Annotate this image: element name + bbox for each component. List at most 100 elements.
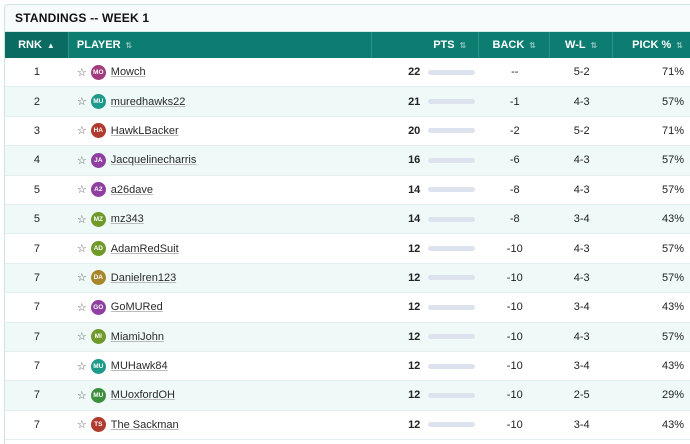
player-name-link[interactable]: MUHawk84: [111, 360, 168, 372]
star-icon[interactable]: ☆: [77, 66, 87, 79]
rank-cell: 7: [5, 323, 69, 351]
player-name-link[interactable]: Jacquelinecharris: [111, 154, 197, 166]
pts-bar: [428, 392, 476, 398]
star-icon[interactable]: ☆: [77, 95, 87, 108]
star-icon[interactable]: ☆: [77, 124, 87, 137]
rank-cell: 7: [5, 411, 69, 439]
wl-cell: 4-3: [550, 176, 613, 204]
back-value: -10: [506, 389, 523, 402]
pts-bar: [428, 187, 476, 193]
rank-value: 7: [33, 418, 41, 431]
player-name-link[interactable]: HawkLBacker: [111, 125, 179, 137]
pts-bar: [428, 99, 476, 105]
player-name-link[interactable]: Mowch: [111, 66, 146, 78]
column-header-rnk[interactable]: RNK ▲: [5, 32, 69, 58]
player-name-link[interactable]: AdamRedSuit: [111, 243, 179, 255]
column-header-back[interactable]: BACK ⇅: [479, 32, 551, 58]
rank-value: 4: [33, 154, 41, 167]
player-name-link[interactable]: MiamiJohn: [111, 331, 164, 343]
table-body: 1 ☆ MO Mowch 22 -- 5-2 71% 2 ☆ MU muredh…: [5, 58, 690, 441]
pick-value: 57%: [661, 154, 684, 167]
back-value: -8: [509, 213, 520, 226]
star-icon[interactable]: ☆: [77, 213, 87, 226]
table-row: 1 ☆ MO Mowch 22 -- 5-2 71%: [5, 58, 690, 88]
pick-value: 57%: [661, 271, 684, 284]
pts-bar: [428, 128, 476, 134]
player-name-link[interactable]: MUoxfordOH: [111, 389, 175, 401]
column-header-player[interactable]: PLAYER ⇅: [69, 32, 373, 58]
column-header-rnk-label: RNK: [18, 39, 42, 51]
rank-value: 5: [33, 213, 41, 226]
back-cell: -10: [479, 234, 550, 262]
sort-icon: ⇅: [590, 40, 598, 50]
pts-cell: 16: [372, 146, 479, 174]
rank-cell: 7: [5, 264, 69, 292]
wl-value: 3-4: [573, 301, 590, 314]
player-name-link[interactable]: a26dave: [111, 184, 153, 196]
pick-value: 57%: [661, 330, 684, 343]
back-cell: -6: [479, 146, 550, 174]
rank-cell: 7: [5, 352, 69, 380]
player-cell: ☆ MU MUoxfordOH: [69, 381, 373, 409]
player-cell: ☆ MU MUHawk84: [69, 352, 373, 380]
back-cell: -10: [479, 264, 550, 292]
player-name-link[interactable]: The Sackman: [111, 419, 179, 431]
wl-value: 5-2: [573, 66, 590, 79]
rank-value: 7: [33, 389, 41, 402]
star-icon[interactable]: ☆: [77, 242, 87, 255]
wl-value: 4-3: [573, 183, 590, 196]
pts-value: 12: [408, 360, 421, 373]
player-name-link[interactable]: Danielren123: [111, 272, 176, 284]
player-name-link[interactable]: mz343: [111, 213, 144, 225]
pick-cell: 57%: [613, 234, 690, 262]
column-header-pick[interactable]: PICK % ⇅: [613, 32, 690, 58]
pts-bar: [428, 334, 476, 340]
table-row: 7 ☆ MU MUHawk84 12 -10 3-4 43%: [5, 352, 690, 382]
pick-value: 43%: [661, 360, 684, 373]
star-icon[interactable]: ☆: [77, 154, 87, 167]
player-name-link[interactable]: GoMURed: [111, 301, 163, 313]
pick-value: 43%: [661, 418, 684, 431]
star-icon[interactable]: ☆: [77, 360, 87, 373]
pick-cell: 71%: [613, 58, 690, 86]
star-icon[interactable]: ☆: [77, 271, 87, 284]
table-row: 7 ☆ DA Danielren123 12 -10 4-3 57%: [5, 263, 690, 294]
avatar: TS: [90, 417, 106, 433]
avatar: A2: [90, 182, 106, 198]
pts-bar: [428, 246, 476, 252]
wl-cell: 4-3: [550, 264, 613, 292]
pts-value: 12: [408, 301, 421, 314]
rank-value: 7: [33, 330, 41, 343]
player-name-link[interactable]: muredhawks22: [111, 96, 186, 108]
back-value: -10: [506, 418, 523, 431]
pts-cell: 14: [372, 176, 479, 204]
pts-value: 14: [408, 213, 421, 226]
table-row: 7 ☆ AD AdamRedSuit 12 -10 4-3 57%: [5, 234, 690, 264]
pts-cell: 12: [372, 234, 479, 262]
player-cell: ☆ HA HawkLBacker: [69, 117, 373, 145]
wl-value: 3-4: [573, 213, 590, 226]
avatar: DA: [90, 270, 106, 286]
pts-value: 12: [408, 418, 421, 431]
avatar: GO: [90, 299, 106, 315]
pts-cell: 12: [372, 352, 479, 380]
pick-value: 71%: [661, 66, 684, 79]
back-value: -10: [506, 330, 523, 343]
column-header-pts[interactable]: PTS ⇅: [372, 32, 480, 58]
pts-value: 21: [408, 95, 421, 108]
table-row: 7 ☆ MU MUoxfordOH 12 -10 2-5 29%: [5, 381, 690, 411]
pts-bar: [428, 69, 476, 75]
column-header-wl[interactable]: W-L ⇅: [550, 32, 614, 58]
rank-cell: 5: [5, 205, 69, 233]
star-icon[interactable]: ☆: [77, 183, 87, 196]
pts-value: 16: [408, 154, 421, 167]
back-value: -10: [506, 301, 523, 314]
star-icon[interactable]: ☆: [77, 418, 87, 431]
star-icon[interactable]: ☆: [77, 330, 87, 343]
star-icon[interactable]: ☆: [77, 301, 87, 314]
standings-title: STANDINGS -- WEEK 1: [5, 5, 690, 32]
rank-cell: 2: [5, 87, 69, 115]
sort-icon: ⇅: [529, 40, 536, 50]
rank-cell: 7: [5, 381, 69, 409]
star-icon[interactable]: ☆: [77, 389, 87, 402]
